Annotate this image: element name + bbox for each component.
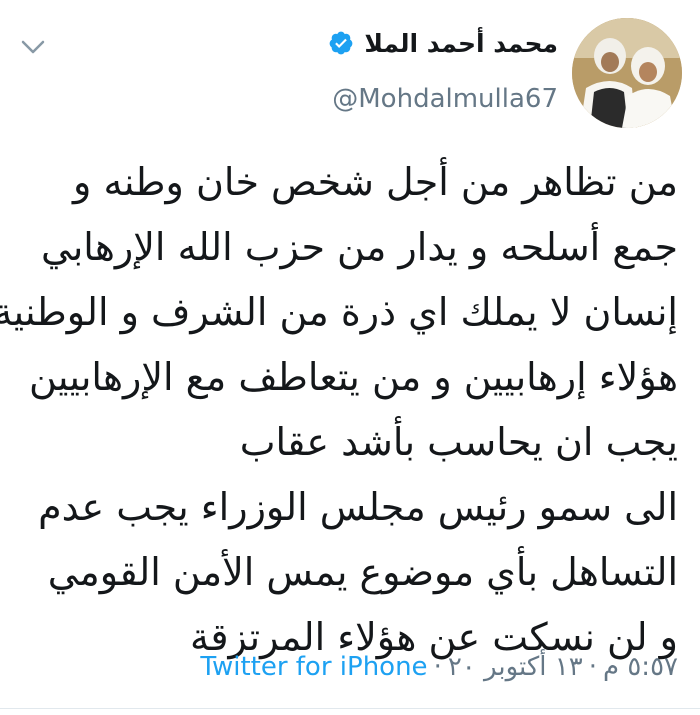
tweet-line: التساهل بأي موضوع يمس الأمن القومي [47, 550, 678, 594]
tweet-source-link[interactable]: Twitter for iPhone [200, 652, 427, 682]
tweet-line: إنسان لا يملك اي ذرة من الشرف و الوطنية [0, 290, 678, 334]
verified-badge-icon [330, 31, 353, 55]
tweet-time[interactable]: ٥:٥٧ م [603, 652, 678, 682]
tweet-meta: ٥:٥٧ م·١٣ أكتوبر ٢٠·Twitter for iPhone [200, 652, 678, 683]
display-name[interactable]: محمد أحمد الملا [364, 31, 558, 56]
divider [0, 708, 700, 709]
tweet-line: الى سمو رئيس مجلس الوزراء يجب عدم [38, 485, 678, 529]
tweet-text: من تظاهر من أجل شخص خان وطنه و جمع أسلحه… [0, 150, 678, 670]
tweet-line: من تظاهر من أجل شخص خان وطنه و [73, 160, 678, 204]
tweet-line: جمع أسلحه و يدار من حزب الله الإرهابي [41, 225, 678, 269]
tweet-line: هؤلاء إرهابيين و من يتعاطف مع الإرهابيين [28, 355, 678, 399]
chevron-down-icon[interactable] [20, 38, 46, 56]
meta-separator: · [588, 652, 597, 682]
user-avatar-photo-icon [572, 18, 682, 128]
tweet-date[interactable]: ١٣ أكتوبر ٢٠ [448, 652, 583, 682]
author-name-row[interactable]: محمد أحمد الملا [328, 30, 558, 56]
tweet-card: محمد أحمد الملا @Mohdalmulla67 من تظاهر … [0, 0, 700, 715]
tweet-line: يجب ان يحاسب بأشد عقاب [239, 420, 678, 464]
meta-separator: · [433, 652, 442, 682]
author-handle[interactable]: @Mohdalmulla67 [332, 86, 558, 112]
avatar[interactable] [572, 18, 682, 128]
